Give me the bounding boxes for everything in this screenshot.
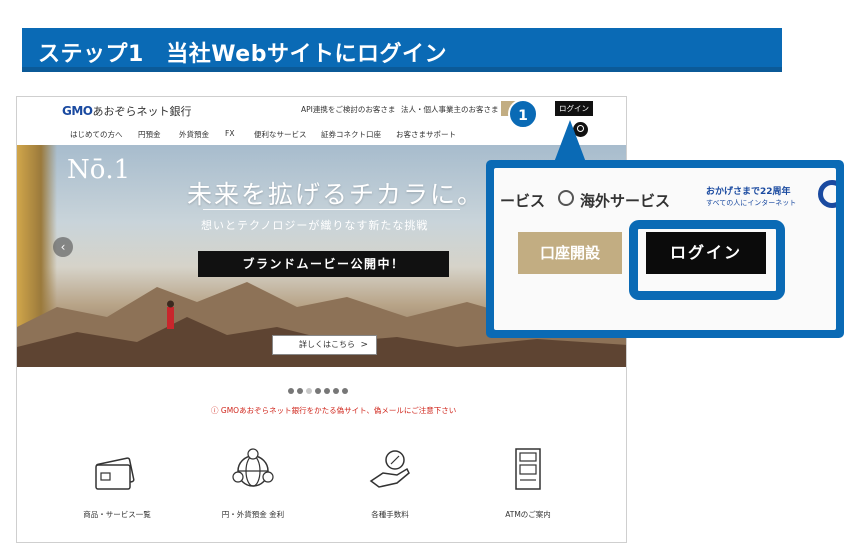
login-zoom-callout: ービス 海外サービス おかげさまで22周年 すべての人にインターネット 口座開設…: [486, 160, 844, 338]
carousel-dot[interactable]: [315, 388, 321, 394]
gmo-mark: GMO: [62, 104, 93, 118]
bank-name: あおぞらネット銀行: [92, 105, 192, 118]
carousel-prev-icon[interactable]: ‹: [53, 237, 73, 257]
instruction-figure: ステップ1 当社Webサイトにログイン GMOあおぞらネット銀行 API連携をご…: [0, 0, 863, 559]
zoom-anniversary-text: おかげさまで22周年: [706, 187, 791, 197]
corporate-link[interactable]: 法人・個人事業主のお客さま: [401, 104, 499, 115]
brand-movie-banner[interactable]: ブランドムービー公開中！: [198, 251, 449, 277]
zoom-nav-service: ービス: [500, 192, 546, 210]
open-account-button[interactable]: 口座開設: [518, 232, 622, 274]
service-products[interactable]: 商品・サービス一覧: [67, 447, 167, 520]
carousel-dot[interactable]: [342, 388, 348, 394]
carousel-dot[interactable]: [288, 388, 294, 394]
login-button[interactable]: ログイン: [646, 232, 766, 274]
api-link[interactable]: API連携をご検討のお客さま: [301, 104, 395, 115]
detail-button[interactable]: 詳しくはこちら >: [272, 335, 377, 355]
service-label: 円・外貨預金 金利: [221, 510, 285, 519]
nav-item-securities[interactable]: 証券コネクト口座: [321, 129, 381, 140]
detail-label: 詳しくはこちら: [299, 340, 355, 349]
main-nav: はじめての方へ 円預金 外貨預金 FX 便利なサービス 証券コネクト口座 お客さ…: [17, 127, 626, 143]
bank-logo[interactable]: GMOあおぞらネット銀行: [62, 103, 192, 119]
nav-item-support[interactable]: お客さまサポート: [396, 129, 456, 140]
globe-currency-icon: [232, 448, 274, 487]
zoom-nav-overseas: 海外サービス: [580, 192, 671, 210]
nav-item-beginners[interactable]: はじめての方へ: [70, 129, 123, 140]
percent-hand-icon: [369, 450, 410, 488]
card-icon: [95, 457, 135, 490]
hero-subtitle: 想いとテクノロジーが織りなす新たな挑戦: [201, 219, 429, 232]
nav-item-yen-deposit[interactable]: 円預金: [138, 129, 161, 140]
zoom-content: ービス 海外サービス おかげさまで22周年 すべての人にインターネット 口座開設…: [494, 168, 836, 330]
service-label: 商品・サービス一覧: [83, 510, 151, 519]
chevron-right-icon: >: [360, 340, 368, 350]
login-button-small[interactable]: ログイン: [555, 101, 593, 116]
nav-item-foreign-deposit[interactable]: 外貨預金: [179, 129, 209, 140]
service-atm[interactable]: ATMのご案内: [478, 447, 578, 520]
service-label: 各種手数料: [371, 510, 409, 519]
atm-icon: [515, 448, 541, 490]
service-rates[interactable]: 円・外貨預金 金利: [203, 447, 303, 520]
nav-item-fx[interactable]: FX: [225, 129, 234, 138]
service-fees[interactable]: 各種手数料: [340, 447, 440, 520]
carousel-dot[interactable]: [333, 388, 339, 394]
phishing-notice[interactable]: ⓘ GMOあおぞらネット銀行をかたる偽サイト、偽メールにご注意下さい: [211, 405, 456, 416]
callout-pointer: [553, 120, 587, 165]
step-header: ステップ1 当社Webサイトにログイン: [22, 28, 782, 72]
carousel-dot-active[interactable]: [306, 388, 312, 394]
hero-title: 未来を拡げるチカラに。: [187, 180, 485, 209]
partial-logo-icon: [818, 180, 836, 208]
no1-emblem: Nō.1: [67, 155, 131, 185]
hero-divider: [203, 209, 460, 210]
carousel-dot[interactable]: [324, 388, 330, 394]
globe-icon: [558, 190, 574, 206]
service-label: ATMのご案内: [505, 510, 551, 519]
zoom-tagline-text: すべての人にインターネット: [706, 199, 797, 207]
nav-item-services[interactable]: 便利なサービス: [254, 129, 307, 140]
carousel-dots: [288, 379, 351, 398]
step-badge: 1: [508, 99, 538, 129]
step-title: ステップ1 当社Webサイトにログイン: [38, 42, 447, 67]
carousel-dot[interactable]: [297, 388, 303, 394]
